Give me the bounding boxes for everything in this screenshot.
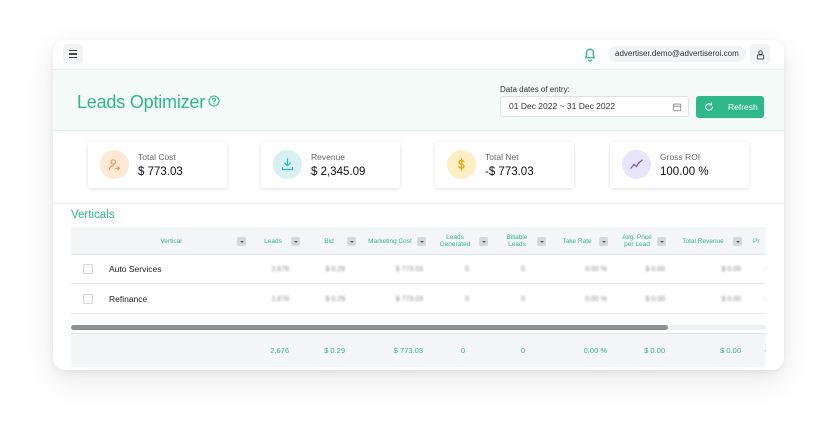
sort-icon[interactable] bbox=[657, 237, 666, 246]
total-pr: - bbox=[759, 334, 767, 367]
sort-icon[interactable] bbox=[537, 237, 546, 246]
cell-total-revenue: $ 0.00 bbox=[721, 266, 741, 273]
top-bar: advertiser.demo@advertiseroi.com bbox=[53, 40, 784, 70]
kpi-card-total-net: Total Net -$ 773.03 bbox=[435, 142, 574, 188]
cell-bid: $ 0.29 bbox=[325, 296, 345, 303]
verticals-title: Verticals bbox=[71, 209, 115, 221]
cell-marketing-cost: $ 773.03 bbox=[395, 266, 423, 273]
kpi-card-gross-roi: Gross ROI 100.00 % bbox=[610, 142, 749, 188]
cell-take-rate: 0.00 % bbox=[585, 296, 607, 303]
cell-total-revenue: $ 0.00 bbox=[721, 296, 741, 303]
vertical-name: Refinance bbox=[109, 294, 148, 304]
sort-icon[interactable] bbox=[599, 237, 608, 246]
total-leads: 2,676 bbox=[270, 346, 289, 355]
cell-bid: $ 0.29 bbox=[325, 266, 345, 273]
column-header[interactable]: Pr bbox=[753, 227, 766, 255]
vertical-name: Auto Services bbox=[109, 264, 162, 274]
horizontal-scrollbar-thumb[interactable] bbox=[71, 325, 668, 330]
total-take-rate: 0.00 % bbox=[583, 346, 607, 355]
cell-take-rate: 0.00 % bbox=[585, 266, 607, 273]
calendar-icon[interactable] bbox=[672, 102, 682, 112]
kpi-value: $ 2,345.09 bbox=[311, 166, 366, 178]
kpi-label: Total Net bbox=[485, 152, 519, 162]
kpi-card-revenue: Revenue $ 2,345.09 bbox=[261, 142, 400, 188]
cell-billable-leads: 0 bbox=[521, 296, 525, 303]
date-range-input[interactable]: 01 Dec 2022 ~ 31 Dec 2022 bbox=[500, 96, 689, 117]
refresh-label: Refresh bbox=[728, 102, 758, 112]
user-arrow-icon bbox=[100, 150, 129, 179]
sort-icon[interactable] bbox=[291, 237, 300, 246]
cell-leads: 2,676 bbox=[271, 266, 289, 273]
column-header[interactable]: Billable Leads bbox=[497, 227, 537, 255]
cell-billable-leads: 0 bbox=[521, 266, 525, 273]
row-checkbox[interactable] bbox=[83, 294, 93, 304]
verticals-table: Vertical Leads Bid Marketing Cost Leads … bbox=[71, 227, 766, 367]
user-email[interactable]: advertiser.demo@advertiseroi.com bbox=[608, 46, 746, 62]
refresh-button[interactable]: Refresh bbox=[696, 96, 764, 118]
cell-leads: 2,676 bbox=[271, 296, 289, 303]
cell-leads-generated: 0 bbox=[465, 296, 469, 303]
date-range-value: 01 Dec 2022 ~ 31 Dec 2022 bbox=[509, 101, 616, 111]
kpi-label: Revenue bbox=[311, 152, 346, 162]
sort-icon[interactable] bbox=[479, 237, 488, 246]
cell-avg-price: $ 0.00 bbox=[645, 296, 665, 303]
table-row[interactable]: Refinance 2,676 $ 0.29 $ 773.03 0 0 0.00… bbox=[71, 285, 766, 314]
kpi-value: -$ 773.03 bbox=[485, 166, 534, 178]
column-header[interactable]: Avg. Price per Lead bbox=[617, 227, 657, 255]
trend-icon bbox=[622, 150, 651, 179]
table-row[interactable]: Auto Services 2,676 $ 0.29 $ 773.03 0 0 … bbox=[71, 255, 766, 284]
column-header[interactable]: Bid bbox=[311, 227, 347, 255]
kpi-value: $ 773.03 bbox=[138, 166, 183, 178]
sort-icon[interactable] bbox=[417, 237, 426, 246]
section-divider bbox=[53, 203, 784, 204]
column-header[interactable]: Total Revenue bbox=[675, 227, 731, 255]
kpi-row: Total Cost $ 773.03 Revenue $ 2,345.09 T… bbox=[53, 137, 784, 197]
user-icon[interactable] bbox=[750, 44, 770, 64]
kpi-label: Total Cost bbox=[138, 152, 176, 162]
cell-pr: - bbox=[759, 255, 766, 284]
total-billable-leads: 0 bbox=[520, 346, 525, 355]
refresh-icon bbox=[705, 102, 713, 111]
column-header[interactable]: Vertical bbox=[111, 227, 231, 255]
kpi-label: Gross ROI bbox=[660, 152, 701, 162]
total-bid: $ 0.29 bbox=[324, 346, 345, 355]
date-range-label: Data dates of entry: bbox=[500, 85, 570, 94]
cell-marketing-cost: $ 773.03 bbox=[395, 296, 423, 303]
page-title: Leads Optimizer bbox=[77, 92, 206, 112]
kpi-card-total-cost: Total Cost $ 773.03 bbox=[88, 142, 227, 188]
column-header[interactable]: Leads bbox=[257, 227, 289, 255]
table-header: Vertical Leads Bid Marketing Cost Leads … bbox=[71, 227, 766, 255]
menu-icon[interactable] bbox=[63, 44, 83, 64]
total-avg-price: $ 0.00 bbox=[644, 346, 665, 355]
totals-row: 2,676 $ 0.29 $ 773.03 0 0 0.00 % $ 0.00 … bbox=[71, 333, 766, 367]
total-leads-generated: 0 bbox=[460, 346, 465, 355]
dollar-icon bbox=[447, 150, 476, 179]
help-icon[interactable] bbox=[208, 95, 220, 107]
cell-leads-generated: 0 bbox=[465, 266, 469, 273]
total-revenue: $ 0.00 bbox=[720, 346, 741, 355]
download-icon bbox=[273, 150, 302, 179]
column-header[interactable]: Marketing Cost bbox=[363, 227, 417, 255]
cell-pr: - bbox=[759, 285, 766, 314]
sort-icon[interactable] bbox=[733, 237, 742, 246]
column-header[interactable]: Take Rate bbox=[557, 227, 597, 255]
total-marketing-cost: $ 773.03 bbox=[393, 346, 423, 355]
row-checkbox[interactable] bbox=[83, 264, 93, 274]
cell-avg-price: $ 0.00 bbox=[645, 266, 665, 273]
app-window: advertiser.demo@advertiseroi.com Leads O… bbox=[53, 40, 784, 370]
kpi-value: 100.00 % bbox=[660, 166, 709, 178]
bell-icon[interactable] bbox=[581, 45, 599, 63]
sort-icon[interactable] bbox=[237, 237, 246, 246]
column-header[interactable]: Leads Generated bbox=[435, 227, 475, 255]
sort-icon[interactable] bbox=[347, 237, 356, 246]
